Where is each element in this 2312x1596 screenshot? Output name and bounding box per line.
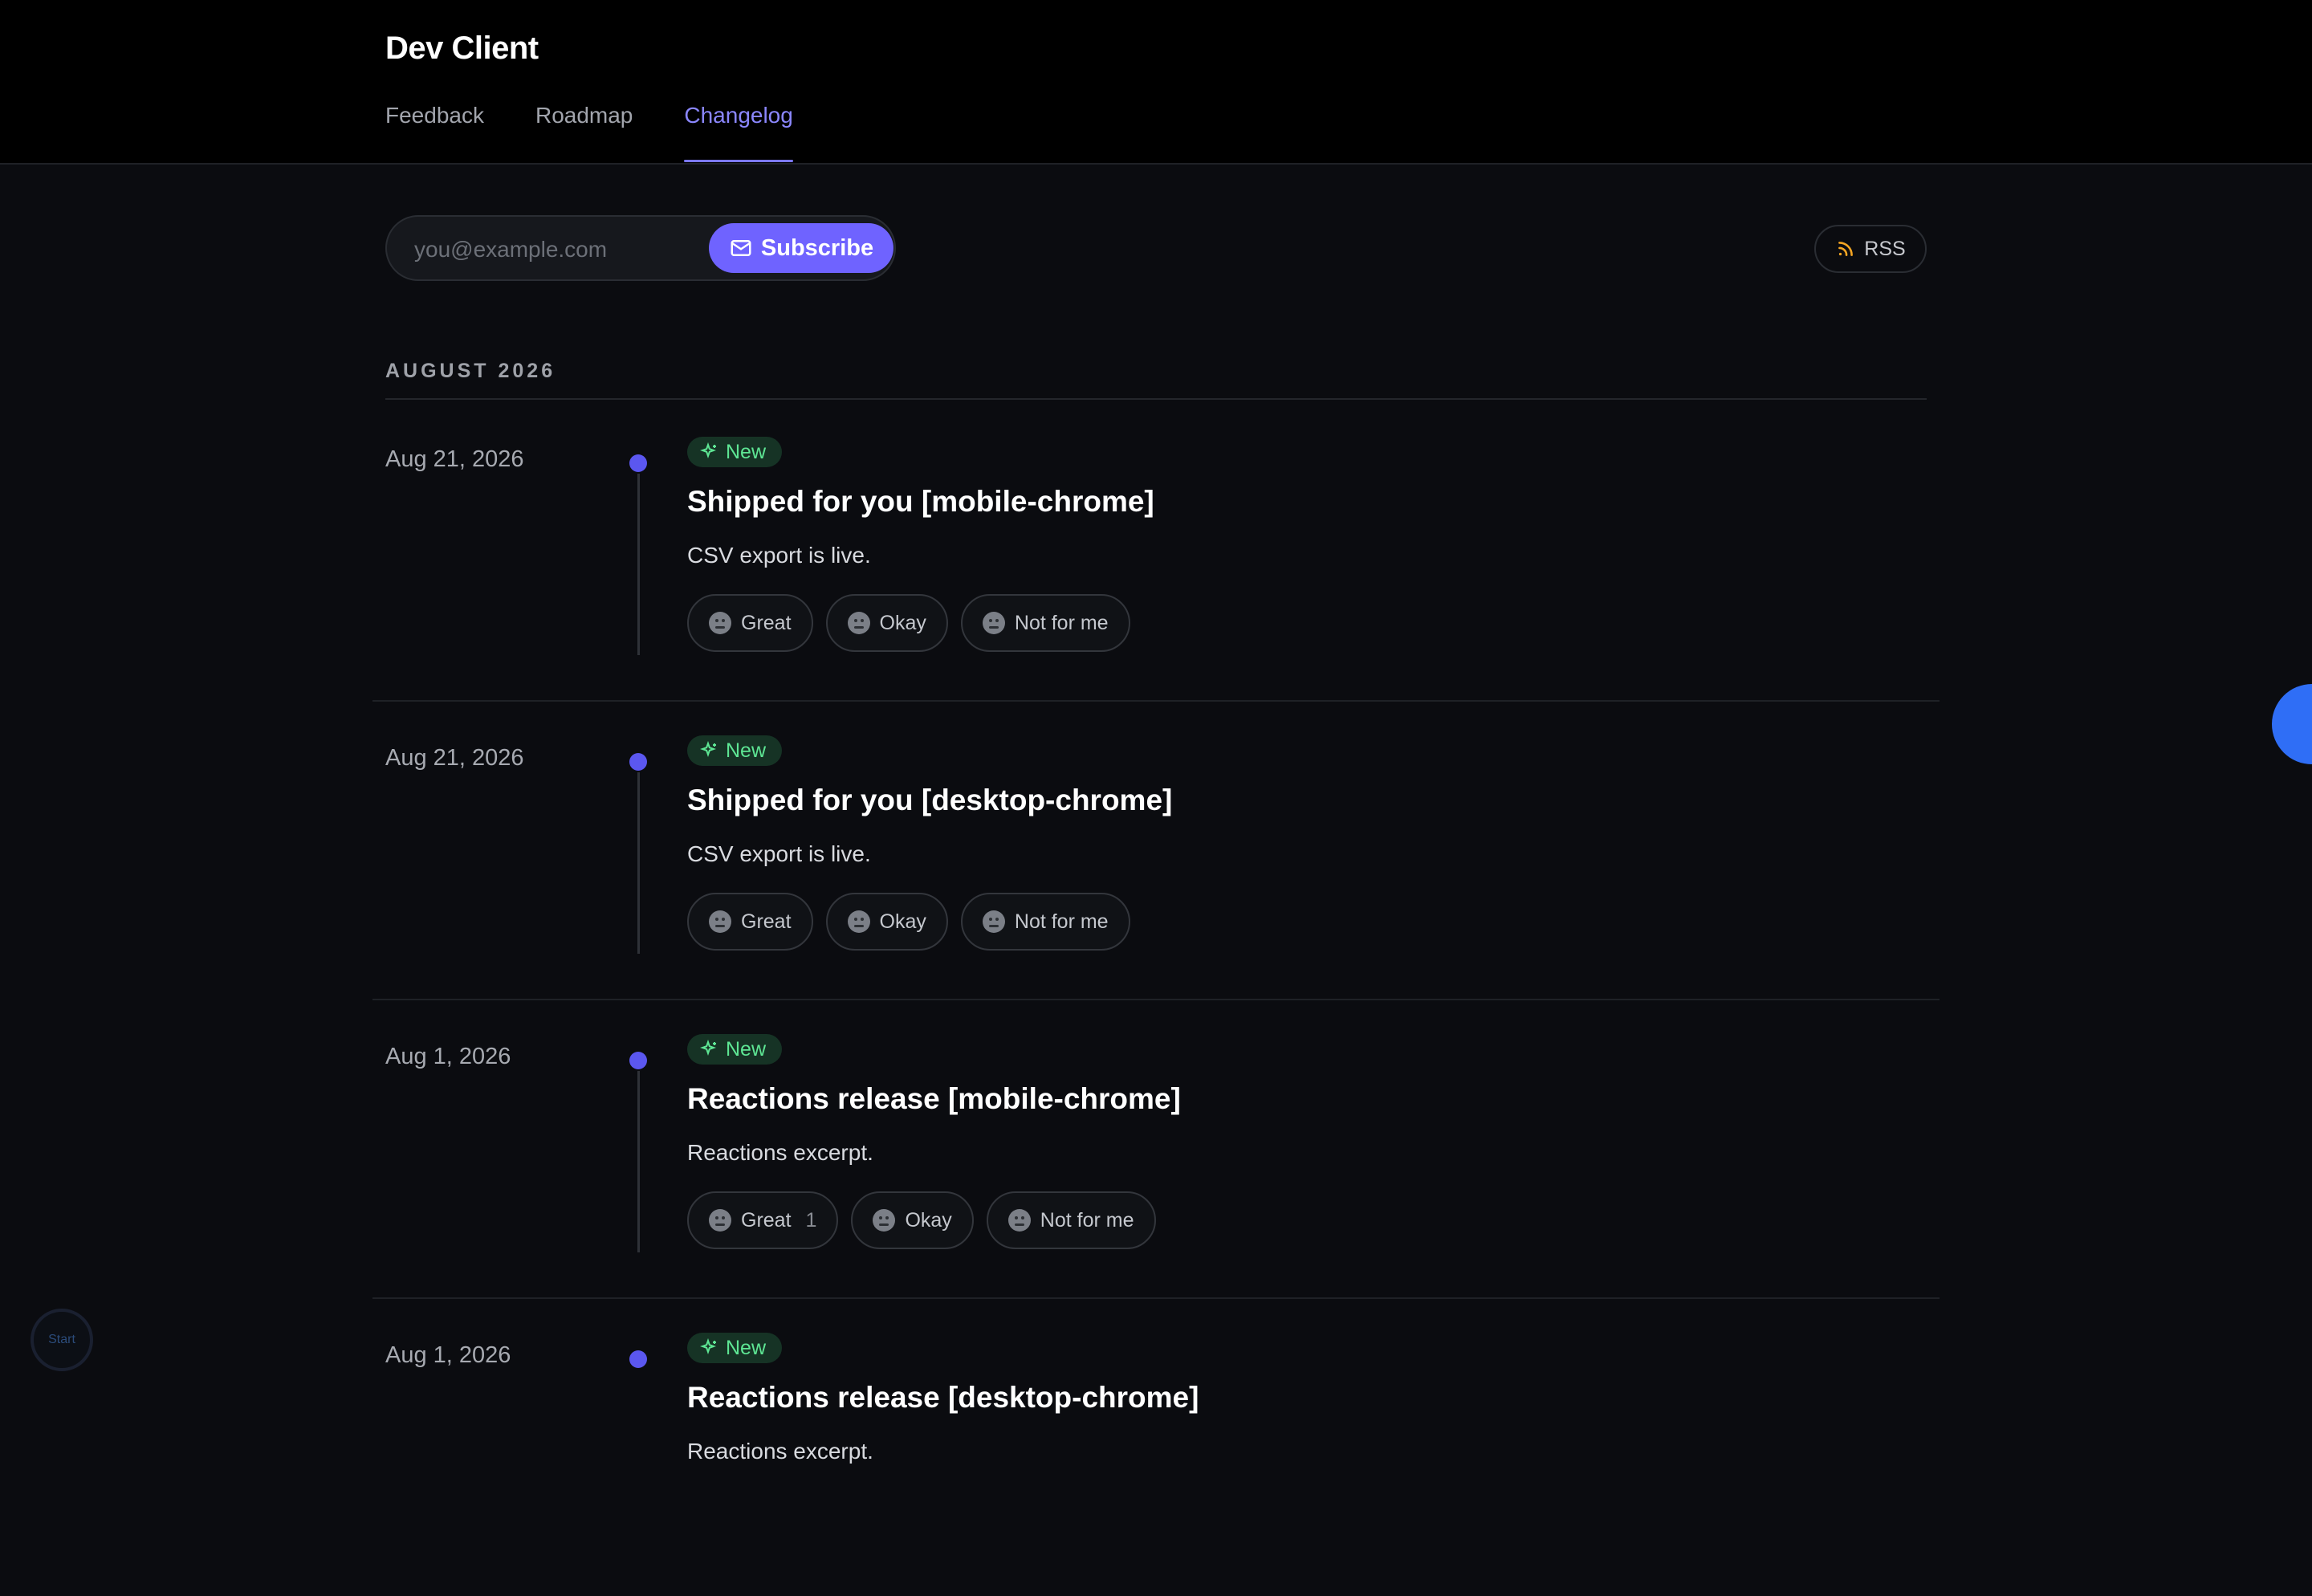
changelog-entry: Aug 21, 2026 New Shipped for you [deskto… [372,700,1940,1000]
rss-icon [1838,242,1854,256]
reaction-label: Okay [879,910,926,933]
frown-emoji-icon [982,910,1005,933]
reaction-okay-button[interactable]: Okay [825,594,948,652]
entry-title[interactable]: Reactions release [desktop-chrome] [687,1381,1199,1415]
changelog-entry: Aug 21, 2026 New Shipped for you [mobile… [372,401,1940,702]
nav-tabs: Feedback Roadmap Changelog [385,103,845,162]
new-badge: New [687,1034,783,1065]
smile-emoji-icon [709,612,731,634]
entry-title[interactable]: Shipped for you [mobile-chrome] [687,485,1154,519]
reaction-label: Not for me [1040,1208,1134,1232]
reaction-great-button[interactable]: Great [687,893,813,951]
badge-label: New [726,440,767,463]
badge-label: New [726,1336,767,1359]
new-badge: New [687,735,783,766]
tab-roadmap[interactable]: Roadmap [535,103,633,162]
reactions-bar: Great Okay Not for me [687,594,1130,652]
start-label: Start [48,1333,75,1346]
rss-label: RSS [1864,237,1906,260]
reaction-label: Not for me [1014,611,1109,634]
entry-excerpt: Reactions excerpt. [687,1140,873,1165]
timeline-dot [629,1350,647,1368]
frown-emoji-icon [1007,1209,1031,1232]
timeline-dot [629,1052,647,1069]
timeline-line [637,474,640,655]
tab-changelog[interactable]: Changelog [684,103,794,162]
reaction-great-button[interactable]: Great [687,594,813,652]
subscribe-label: Subscribe [760,234,874,261]
reaction-not-for-me-button[interactable]: Not for me [960,594,1130,652]
reaction-label: Great [741,910,792,933]
rss-button[interactable]: RSS [1814,225,1927,273]
entry-date: Aug 1, 2026 [385,1044,511,1069]
entry-excerpt: Reactions excerpt. [687,1439,873,1464]
entry-title[interactable]: Shipped for you [desktop-chrome] [687,784,1172,817]
reaction-label: Okay [905,1208,952,1232]
timeline-line [637,1071,640,1252]
reaction-okay-button[interactable]: Okay [825,893,948,951]
month-divider [385,398,1927,400]
app-title: Dev Client [385,31,539,66]
sparkle-icon [700,442,717,459]
smile-emoji-icon [709,910,731,933]
entry-date: Aug 1, 2026 [385,1342,511,1368]
neutral-emoji-icon [847,612,870,634]
new-badge: New [687,437,783,467]
email-input[interactable] [413,234,705,265]
reaction-label: Okay [879,611,926,634]
smile-emoji-icon [709,1209,731,1232]
entry-excerpt: CSV export is live. [687,841,871,866]
changelog-entry: Aug 1, 2026 New Reactions release [mobil… [372,999,1940,1299]
reaction-great-button[interactable]: Great 1 [687,1191,839,1249]
reaction-okay-button[interactable]: Okay [851,1191,974,1249]
timeline-dot [629,454,647,472]
new-badge: New [687,1333,783,1363]
neutral-emoji-icon [847,910,870,933]
top-header: Dev Client Feedback Roadmap Changelog [0,0,2312,165]
reaction-label: Great [741,611,792,634]
entry-title[interactable]: Reactions release [mobile-chrome] [687,1082,1181,1116]
entry-excerpt: CSV export is live. [687,543,871,568]
start-widget[interactable]: Start [31,1309,93,1371]
reactions-bar: Great Okay Not for me [687,893,1130,951]
badge-label: New [726,739,767,762]
reaction-not-for-me-button[interactable]: Not for me [986,1191,1156,1249]
sparkle-icon [700,741,717,758]
subscribe-button[interactable]: Subscribe [709,223,893,273]
frown-emoji-icon [982,612,1005,634]
timeline-line [637,772,640,954]
reaction-not-for-me-button[interactable]: Not for me [960,893,1130,951]
sparkle-icon [700,1040,717,1057]
neutral-emoji-icon [873,1209,896,1232]
reactions-bar: Great 1 Okay Not for me [687,1191,1156,1249]
subscribe-form: Subscribe [385,215,896,281]
mail-icon [731,240,751,256]
badge-label: New [726,1037,767,1061]
timeline-dot [629,753,647,771]
tab-feedback[interactable]: Feedback [385,103,484,162]
entry-date: Aug 21, 2026 [385,745,524,771]
month-heading: AUGUST 2026 [385,360,556,382]
changelog-entry: Aug 1, 2026 New Reactions release [deskt… [372,1297,1940,1596]
reaction-label: Not for me [1014,910,1109,933]
reaction-label: Great [741,1208,792,1232]
reaction-count: 1 [805,1208,817,1232]
entry-date: Aug 21, 2026 [385,446,524,472]
side-feedback-tab[interactable] [2272,684,2312,764]
sparkle-icon [700,1338,717,1355]
